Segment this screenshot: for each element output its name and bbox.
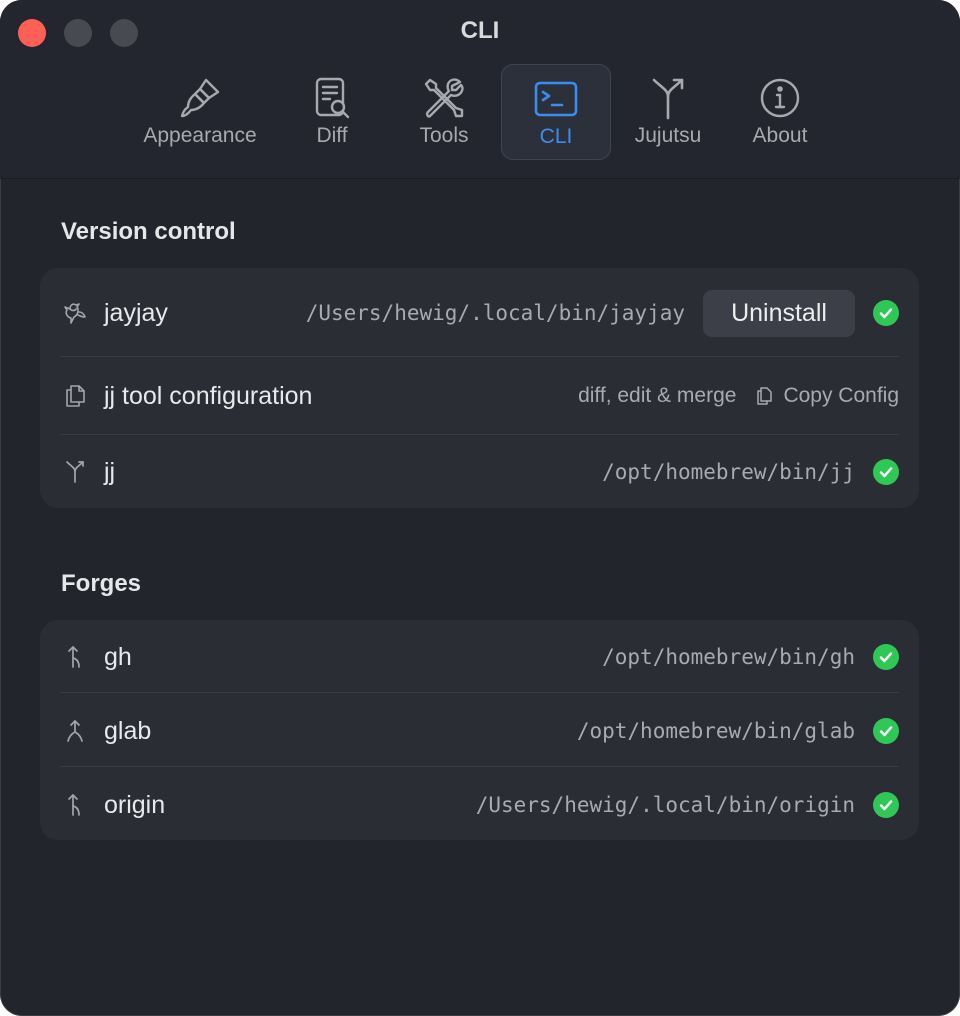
checkmark-icon <box>873 718 899 744</box>
checkmark-icon <box>873 792 899 818</box>
tab-appearance[interactable]: Appearance <box>143 64 257 160</box>
tool-path: /opt/homebrew/bin/jj <box>602 460 855 484</box>
terminal-icon <box>534 81 578 117</box>
list-item: glab /opt/homebrew/bin/glab <box>60 707 899 755</box>
tab-diff[interactable]: Diff <box>276 64 388 160</box>
checkmark-icon <box>873 300 899 326</box>
list-item: jj tool configuration diff, edit & merge… <box>60 372 899 420</box>
tool-name: jayjay <box>104 298 168 327</box>
settings-window: CLI Appearance Diff Tools CLI Jujutsu Ab… <box>0 0 960 1016</box>
window-title: CLI <box>460 17 500 44</box>
list-item: origin /Users/hewig/.local/bin/origin <box>60 781 899 829</box>
bird-icon <box>64 303 86 324</box>
section-title-forges: Forges <box>61 570 142 597</box>
wrench-screwdriver-icon <box>424 78 464 118</box>
section-title-version-control: Version control <box>61 218 236 245</box>
forge-name: gh <box>104 642 132 671</box>
tab-about[interactable]: About <box>724 64 836 160</box>
tab-label: About <box>752 124 808 147</box>
info-icon <box>760 78 800 118</box>
copy-config-label: Copy Config <box>783 384 899 407</box>
toolbar: CLI Appearance Diff Tools CLI Jujutsu Ab… <box>0 0 960 179</box>
list-item: jayjay /Users/hewig/.local/bin/jayjay Un… <box>60 286 899 340</box>
divider <box>60 692 899 693</box>
tab-label: Diff <box>316 124 348 147</box>
branch-merge-icon <box>652 78 684 120</box>
forge-path: /Users/hewig/.local/bin/origin <box>475 793 855 817</box>
divider <box>60 766 899 767</box>
tab-jujutsu[interactable]: Jujutsu <box>612 64 724 160</box>
paintbrush-icon <box>180 78 220 118</box>
preferences-tabs: Appearance Diff Tools CLI Jujutsu About <box>0 64 960 160</box>
tab-label: Jujutsu <box>634 124 702 147</box>
uninstall-button[interactable]: Uninstall <box>703 289 855 337</box>
tool-name: jj tool configuration <box>104 381 313 410</box>
tool-name: jj <box>104 457 116 486</box>
forges-card: gh /opt/homebrew/bin/gh glab /opt/homebr… <box>40 620 919 840</box>
doc-magnifier-icon <box>315 77 350 119</box>
tab-tools[interactable]: Tools <box>388 64 500 160</box>
tab-label: CLI <box>539 125 573 148</box>
branch-merge-icon <box>66 461 84 483</box>
divider <box>60 434 899 435</box>
forge-path: /opt/homebrew/bin/gh <box>602 645 855 669</box>
branch-arrow-icon <box>68 646 80 668</box>
documents-icon <box>66 385 85 407</box>
forge-path: /opt/homebrew/bin/glab <box>576 719 855 743</box>
tab-label: Tools <box>419 124 469 147</box>
checkmark-icon <box>873 644 899 670</box>
branch-arrow-icon <box>68 794 80 816</box>
list-item: gh /opt/homebrew/bin/gh <box>60 633 899 681</box>
tab-cli[interactable]: CLI <box>501 64 611 160</box>
forge-name: glab <box>104 716 152 745</box>
copy-config-button[interactable]: Copy Config <box>754 384 899 408</box>
forge-name: origin <box>104 790 166 819</box>
merge-arrow-icon <box>67 720 83 742</box>
list-item: jj /opt/homebrew/bin/jj <box>60 448 899 496</box>
tab-label: Appearance <box>143 124 257 147</box>
tool-path: /Users/hewig/.local/bin/jayjay <box>305 301 685 325</box>
divider <box>60 356 899 357</box>
copy-icon <box>757 387 773 405</box>
checkmark-icon <box>873 459 899 485</box>
config-detail: diff, edit & merge <box>578 384 737 407</box>
version-control-card: jayjay /Users/hewig/.local/bin/jayjay Un… <box>40 268 919 508</box>
